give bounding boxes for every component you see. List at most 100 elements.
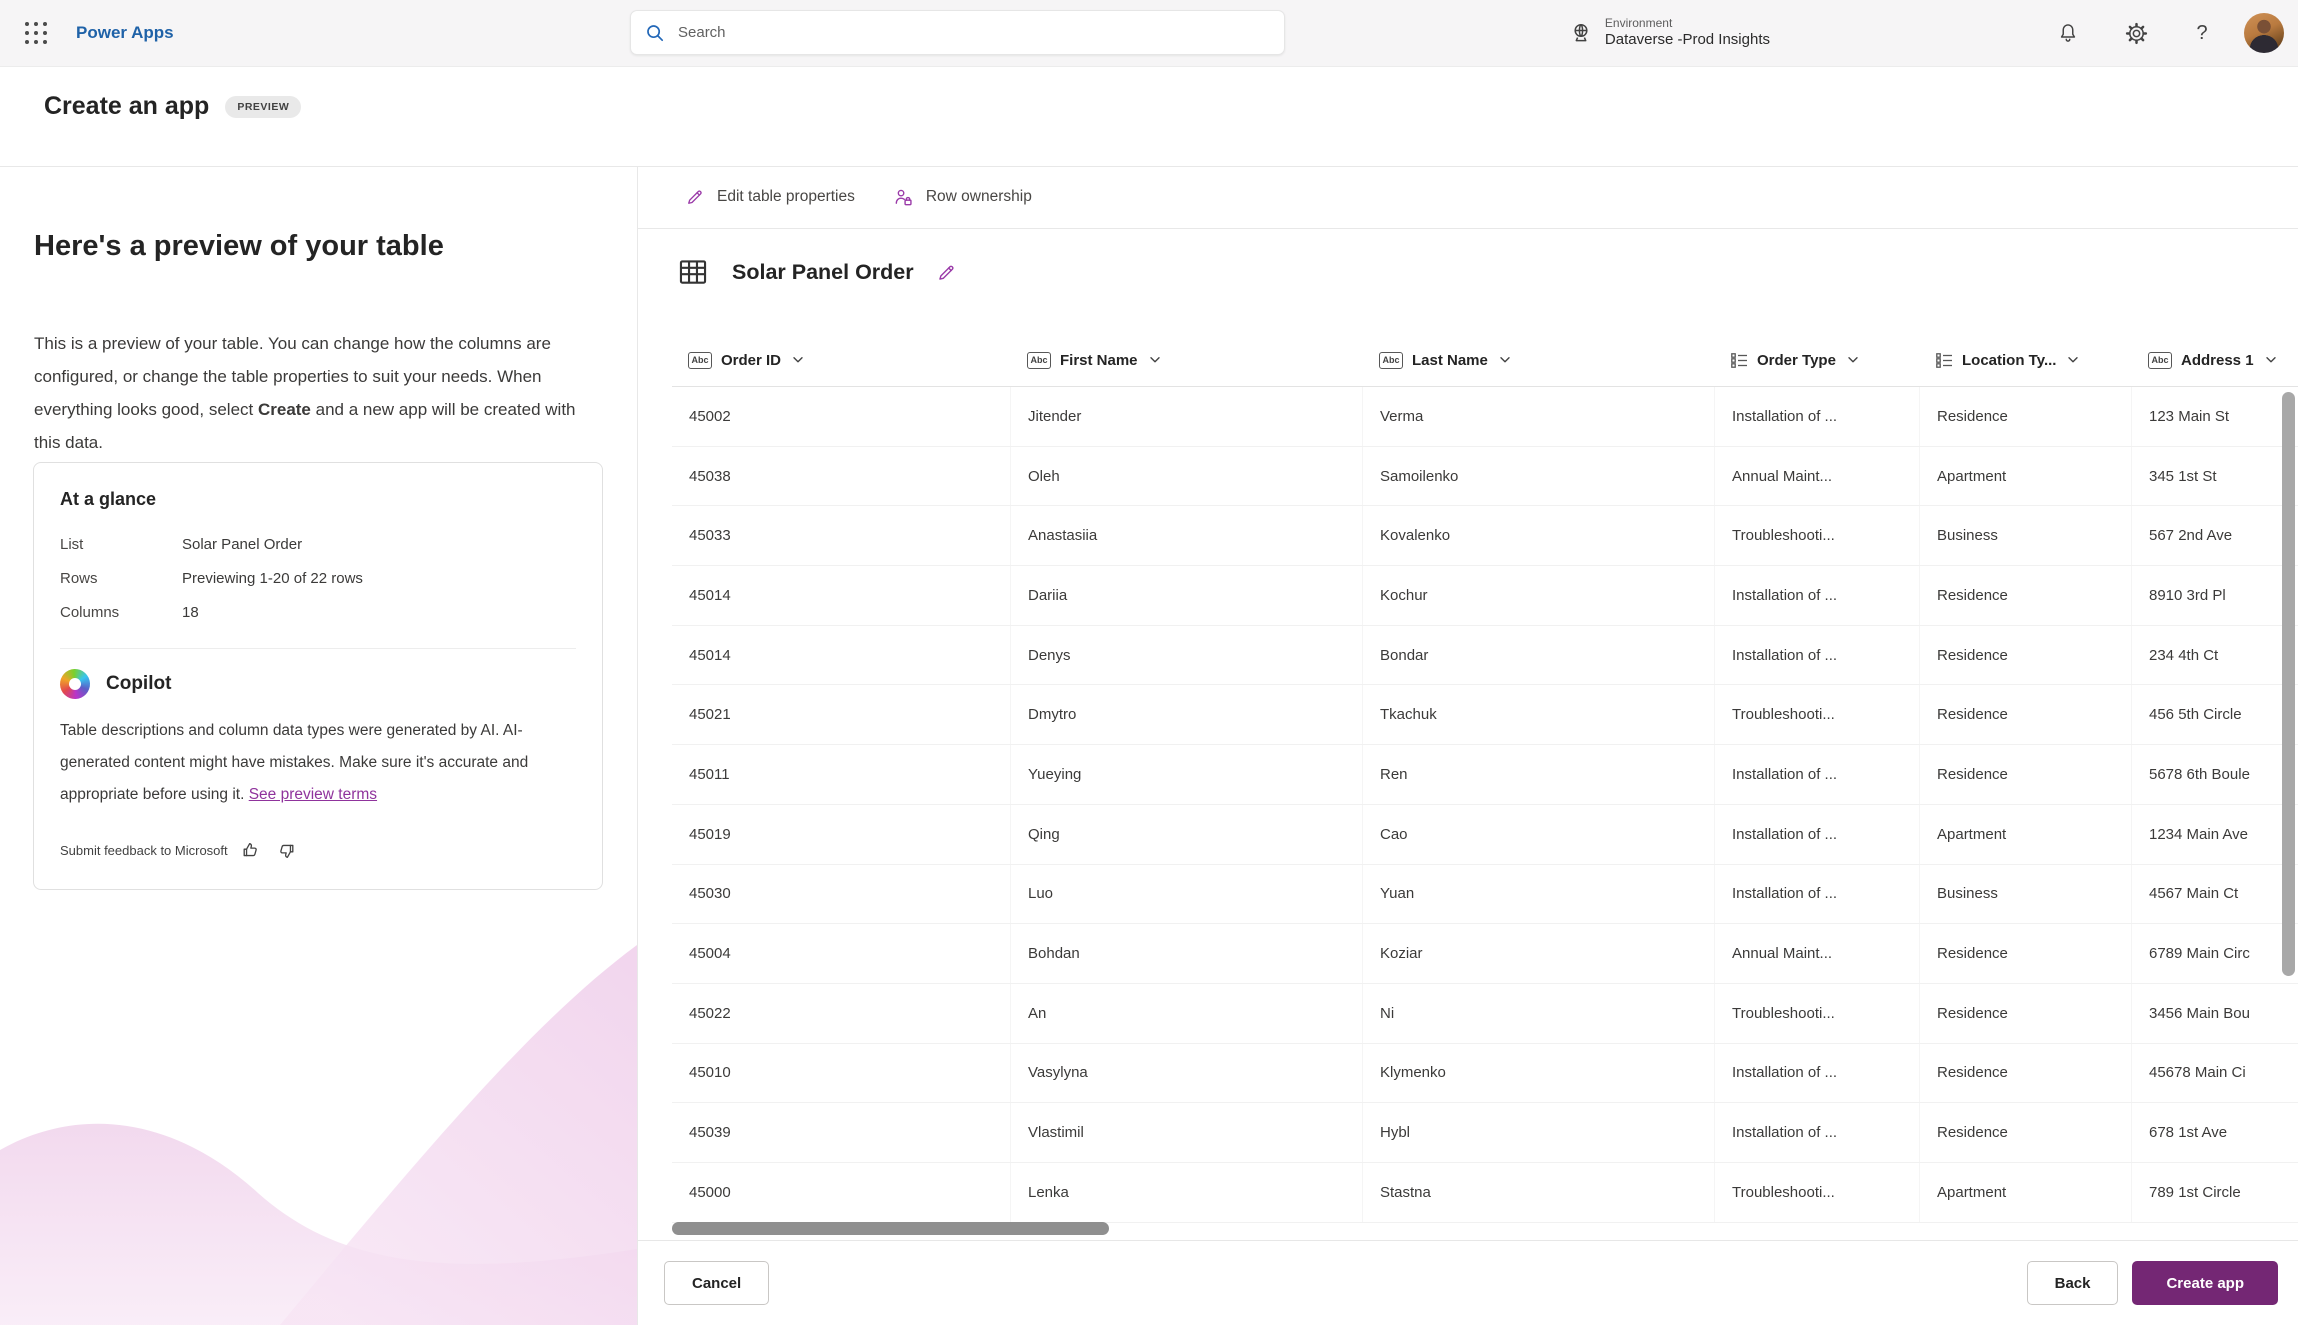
column-header-last-name[interactable]: AbcLast Name [1363,335,1715,385]
table-cell: Installation of ... [1715,626,1920,685]
table-cell: 45019 [672,805,1011,864]
search-input[interactable] [676,23,1270,42]
panel-description: This is a preview of your table. You can… [34,327,594,459]
table-cell: Vlastimil [1011,1103,1363,1162]
table-cell: Residence [1920,924,2132,983]
table-row[interactable]: 45039VlastimilHyblInstallation of ...Res… [672,1103,2298,1163]
column-header-order-type[interactable]: Order Type [1715,335,1920,385]
column-header-first-name[interactable]: Abc First Name [1011,335,1363,385]
card-divider [60,648,576,649]
table-cell: 234 4th Ct [2132,626,2298,685]
back-button[interactable]: Back [2027,1261,2119,1305]
table-row[interactable]: 45030LuoYuanInstallation of ...Business4… [672,865,2298,925]
settings-button[interactable] [2116,13,2156,53]
preview-badge: PREVIEW [225,96,301,118]
table-cell: Residence [1920,1044,2132,1103]
table-cell: Ni [1363,984,1715,1043]
table-cell: Troubleshooti... [1715,506,1920,565]
thumb-up-icon [240,840,261,861]
column-header-location-ty[interactable]: Location Ty... [1920,335,2132,385]
top-bar: Power Apps Environment Dataverse -Prod I… [0,0,2298,67]
app-launcher-button[interactable] [16,13,56,53]
chevron-down-icon [1847,356,1859,364]
table-cell: Bohdan [1011,924,1363,983]
table-preview-pane: Edit table properties Row ownership Sola… [638,167,2298,1325]
create-app-button[interactable]: Create app [2132,1261,2278,1305]
horizontal-scrollbar[interactable] [672,1222,1109,1235]
environment-picker[interactable]: Environment Dataverse -Prod Insights [1569,0,1770,66]
table-cell: Annual Maint... [1715,924,1920,983]
table-cell: Installation of ... [1715,1044,1920,1103]
table-cell: Stastna [1363,1163,1715,1222]
table-row[interactable]: 45014DariiaKochurInstallation of ...Resi… [672,566,2298,626]
thumb-down-icon [276,840,297,861]
column-header-label: First Name [1060,352,1138,369]
text-column-icon: Abc [1027,352,1051,369]
table-row[interactable]: 45038OlehSamoilenkoAnnual Maint...Apartm… [672,447,2298,507]
table-cell: Bondar [1363,626,1715,685]
column-header-address-1[interactable]: AbcAddress 1 [2132,335,2298,385]
toolbar-divider [638,228,2298,229]
thumb-up-button[interactable] [238,837,264,863]
chevron-down-icon [792,356,804,364]
table-row[interactable]: 45004BohdanKoziarAnnual Maint...Residenc… [672,924,2298,984]
cancel-button[interactable]: Cancel [664,1261,769,1305]
person-lock-icon [893,187,914,208]
thumb-down-button[interactable] [274,837,300,863]
table-row[interactable]: 45011YueyingRenInstallation of ...Reside… [672,745,2298,805]
table-cell: Verma [1363,387,1715,446]
column-header-label: Location Ty... [1962,352,2056,369]
table-header-row: AbcOrder ID Abc First Name AbcLast NameOrde… [672,335,2298,385]
notifications-button[interactable] [2048,13,2088,53]
choice-column-icon [1936,353,1953,368]
environment-label: Environment [1605,16,1770,31]
account-avatar[interactable] [2244,13,2284,53]
table-cell: 45000 [672,1163,1011,1222]
search-bar[interactable] [630,10,1285,55]
column-header-label: Last Name [1412,352,1488,369]
table-row[interactable]: 45021DmytroTkachukTroubleshooti...Reside… [672,685,2298,745]
table-row[interactable]: 45022AnNiTroubleshooti...Residence3456 M… [672,984,2298,1044]
table-cell: Troubleshooti... [1715,685,1920,744]
table-row[interactable]: 45019QingCaoInstallation of ...Apartment… [672,805,2298,865]
table-row[interactable]: 45000LenkaStastnaTroubleshooti...Apartme… [672,1163,2298,1223]
table-cell: Apartment [1920,805,2132,864]
table-cell: Lenka [1011,1163,1363,1222]
glance-label: Columns [60,596,182,630]
rename-table-button[interactable] [936,262,957,283]
edit-table-properties-button[interactable]: Edit table properties [685,187,855,207]
table-cell: Yuan [1363,865,1715,924]
table-cell: Ren [1363,745,1715,804]
glance-title: At a glance [60,489,576,510]
table-cell: 6789 Main Circ [2132,924,2298,983]
feedback-row: Submit feedback to Microsoft [60,837,576,863]
copilot-title: Copilot [106,673,171,695]
preview-terms-link[interactable]: See preview terms [249,786,377,803]
help-button[interactable]: ? [2182,13,2222,53]
table-row[interactable]: 45033AnastasiiaKovalenkoTroubleshooti...… [672,506,2298,566]
table-row[interactable]: 45014DenysBondarInstallation of ...Resid… [672,626,2298,686]
vertical-scrollbar[interactable] [2282,392,2295,976]
table-cell: 45002 [672,387,1011,446]
table-cell: Troubleshooti... [1715,1163,1920,1222]
table-cell: Klymenko [1363,1044,1715,1103]
app-name[interactable]: Power Apps [76,0,174,66]
table-cell: Cao [1363,805,1715,864]
choice-column-icon [1731,353,1748,368]
row-ownership-button[interactable]: Row ownership [893,187,1032,208]
app-window: Power Apps Environment Dataverse -Prod I… [0,0,2298,1325]
column-header-order-id[interactable]: AbcOrder ID [672,335,1011,385]
table-cell: 123 Main St [2132,387,2298,446]
table-cell: 45030 [672,865,1011,924]
decorative-wave [0,945,637,1325]
table-row[interactable]: 45010VasylynaKlymenkoInstallation of ...… [672,1044,2298,1104]
search-icon [645,23,665,43]
table-cell: Residence [1920,387,2132,446]
table-row[interactable]: 45002JitenderVermaInstallation of ...Res… [672,386,2298,447]
table-cell: Residence [1920,685,2132,744]
table-cell: 345 1st St [2132,447,2298,506]
table-cell: Oleh [1011,447,1363,506]
table-cell: 8910 3rd Pl [2132,566,2298,625]
table-cell: Qing [1011,805,1363,864]
table-cell: Installation of ... [1715,865,1920,924]
